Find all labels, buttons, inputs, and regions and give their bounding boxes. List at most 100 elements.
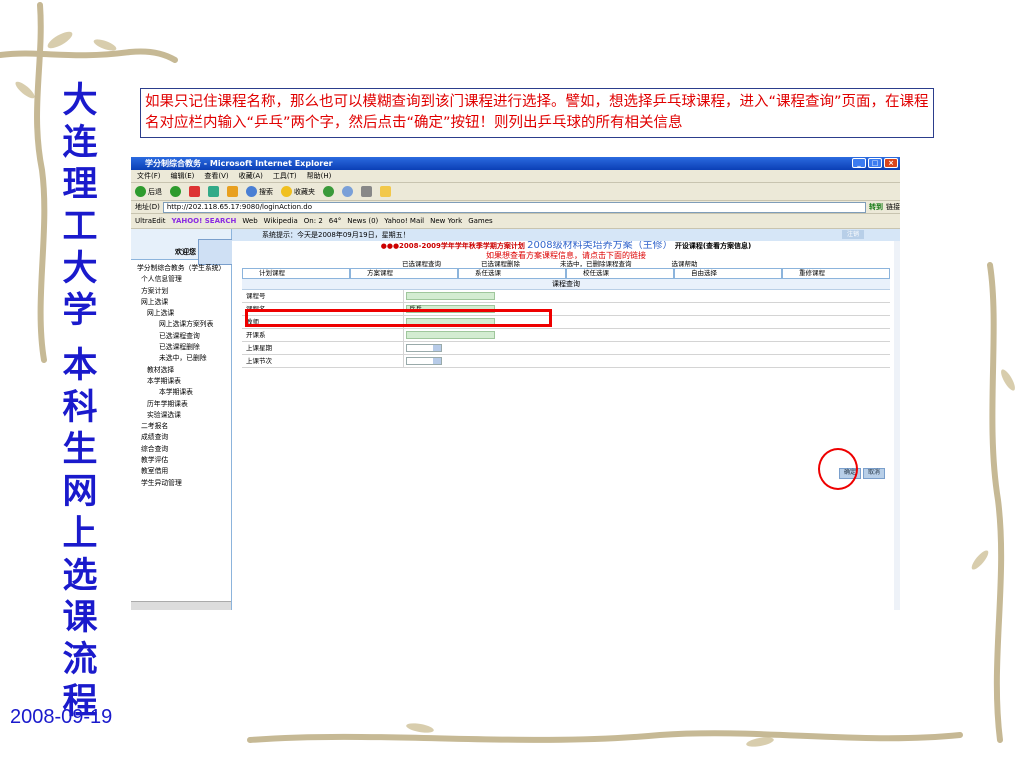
- maximize-button[interactable]: □: [868, 158, 882, 168]
- sub-link-unselected-query[interactable]: 未选中，已删除课程查询: [560, 260, 632, 268]
- tree-item-status-change[interactable]: 学生异动管理: [137, 478, 225, 489]
- link-weather[interactable]: 64°: [329, 217, 341, 225]
- tab-school-electives[interactable]: 校任选课: [566, 268, 674, 278]
- mail-icon[interactable]: [342, 186, 353, 197]
- tree-item-plan[interactable]: 方案计划: [137, 286, 225, 297]
- query-row-weekday: 上课星期: [242, 342, 890, 355]
- favorites-button[interactable]: 收藏夹: [281, 186, 315, 197]
- tree-item-selected-query[interactable]: 已选课程查询: [137, 331, 225, 342]
- tab-free-select[interactable]: 自由选择: [674, 268, 782, 278]
- left-header: 欢迎您: [131, 229, 233, 265]
- link-games[interactable]: Games: [468, 217, 493, 225]
- weekday-select[interactable]: [406, 344, 442, 352]
- stop-icon[interactable]: [189, 186, 200, 197]
- query-row-department: 开课系: [242, 329, 890, 342]
- sub-link-selected-query[interactable]: 已选课程查询: [402, 260, 441, 268]
- main-pane: 系统提示：今天是2008年09月19日，星期五！ 注销 ●●●2008-2009…: [232, 229, 900, 610]
- tree-item-grades[interactable]: 成绩查询: [137, 432, 225, 443]
- cancel-button[interactable]: 取消: [863, 468, 885, 479]
- back-icon: [135, 186, 146, 197]
- address-input[interactable]: http://202.118.65.17:9080/loginAction.do: [162, 201, 866, 213]
- folder-icon[interactable]: [380, 186, 391, 197]
- menu-view[interactable]: 查看(V): [204, 170, 228, 182]
- sub-link-selected-delete[interactable]: 已选课程删除: [481, 260, 520, 268]
- plan-header: ●●●2008-2009学年学年秋季学期方案计划 2008级材料类培养方案（主修…: [232, 241, 900, 251]
- confirm-button-highlight: [818, 448, 858, 490]
- tree-item-exam-signup[interactable]: 二考报名: [137, 421, 225, 432]
- logout-button[interactable]: 注销: [842, 230, 864, 239]
- label-weekday: 上课星期: [242, 342, 404, 354]
- forward-icon[interactable]: [170, 186, 181, 197]
- tree-item-plan-list[interactable]: 网上选课方案列表: [137, 319, 225, 330]
- course-id-input[interactable]: [406, 292, 495, 300]
- query-row-period: 上课节次: [242, 355, 890, 368]
- close-button[interactable]: ×: [884, 158, 898, 168]
- plan-title: 2008级材料类培养方案（主修）: [527, 240, 673, 251]
- minimize-button[interactable]: _: [852, 158, 866, 168]
- user-photo-box: [198, 239, 233, 265]
- link-yahoo-mail[interactable]: Yahoo! Mail: [384, 217, 424, 225]
- print-icon[interactable]: [361, 186, 372, 197]
- menu-favorites[interactable]: 收藏(A): [239, 170, 263, 182]
- tree-item-evaluation[interactable]: 教学评估: [137, 455, 225, 466]
- instruction-caption: 如果只记住课程名称，那么也可以模糊查询到该门课程进行选择。譬如，想选择乒乓球课程…: [140, 88, 934, 138]
- main-vertical-scrollbar[interactable]: [894, 241, 900, 610]
- refresh-icon[interactable]: [208, 186, 219, 197]
- browser-titlebar: 学分制综合教务 - Microsoft Internet Explorer _ …: [131, 157, 900, 170]
- tab-retake[interactable]: 重修课程: [782, 268, 890, 278]
- tree-item-term-schedule[interactable]: 本学期课表: [137, 376, 225, 387]
- plan-info-link[interactable]: 开设课程(查看方案信息): [675, 242, 751, 250]
- label-department: 开课系: [242, 329, 404, 341]
- label-course-id: 课程号: [242, 290, 404, 302]
- tree-item-general-query[interactable]: 综合查询: [137, 444, 225, 455]
- tree-item-lab[interactable]: 实验课选课: [137, 410, 225, 421]
- browser-window: 学分制综合教务 - Microsoft Internet Explorer _ …: [131, 157, 900, 610]
- label-period: 上课节次: [242, 355, 404, 367]
- tab-plan-courses[interactable]: 计划课程: [242, 268, 350, 278]
- tree-item-unselected[interactable]: 未选中，已删除: [137, 353, 225, 364]
- left-horizontal-scrollbar[interactable]: [131, 601, 231, 610]
- browser-toolbar: 后退 搜索 收藏夹: [131, 183, 900, 201]
- menu-edit[interactable]: 编辑(E): [171, 170, 195, 182]
- link-new-york[interactable]: New York: [430, 217, 462, 225]
- vertical-title-process: 本科生网上选课流程: [62, 345, 98, 722]
- menu-help[interactable]: 帮助(H): [307, 170, 332, 182]
- link-web[interactable]: Web: [242, 217, 257, 225]
- links-label[interactable]: 链接: [886, 202, 900, 212]
- vertical-title-university: 大连理工大学: [62, 80, 98, 331]
- home-icon[interactable]: [227, 186, 238, 197]
- search-button[interactable]: 搜索: [246, 186, 273, 197]
- period-select[interactable]: [406, 357, 442, 365]
- menu-file[interactable]: 文件(F): [137, 170, 161, 182]
- link-news[interactable]: News (0): [347, 217, 378, 225]
- tree-root[interactable]: 学分制综合教务（学生系统）: [137, 263, 225, 274]
- system-tip: 系统提示：今天是2008年09月19日，星期五！: [262, 231, 410, 239]
- nav-tree: 学分制综合教务（学生系统） 个人信息管理 方案计划 网上选课 网上选课 网上选课…: [137, 263, 225, 489]
- tab-program-courses[interactable]: 方案课程: [350, 268, 458, 278]
- link-ultraedit[interactable]: UltraEdit: [135, 217, 166, 225]
- tree-item-selected-delete[interactable]: 已选课程删除: [137, 342, 225, 353]
- tab-dept-electives[interactable]: 系任选课: [458, 268, 566, 278]
- sub-link-help[interactable]: 选课帮助: [672, 260, 698, 268]
- menu-tools[interactable]: 工具(T): [273, 170, 297, 182]
- tree-item-history-schedule[interactable]: 历年学期课表: [137, 399, 225, 410]
- history-icon[interactable]: [323, 186, 334, 197]
- tree-item-personal-info[interactable]: 个人信息管理: [137, 274, 225, 285]
- course-tabs: 计划课程 方案课程 系任选课 校任选课 自由选择 重修课程: [242, 268, 890, 279]
- department-input[interactable]: [406, 331, 495, 339]
- link-yahoo-search[interactable]: YAHOO! SEARCH: [172, 217, 237, 225]
- tree-item-classroom[interactable]: 教室借用: [137, 466, 225, 477]
- back-button[interactable]: 后退: [135, 186, 162, 197]
- slide-date: 2008-09-19: [10, 706, 113, 728]
- tree-item-textbook[interactable]: 教材选择: [137, 365, 225, 376]
- system-tip-bar: 系统提示：今天是2008年09月19日，星期五！ 注销: [232, 229, 900, 241]
- tree-item-online-select[interactable]: 网上选课: [137, 297, 225, 308]
- query-row-course-id: 课程号: [242, 290, 890, 303]
- link-wikipedia[interactable]: Wikipedia: [264, 217, 298, 225]
- address-bar: 地址(D) http://202.118.65.17:9080/loginAct…: [131, 201, 900, 214]
- link-on[interactable]: On: 2: [304, 217, 323, 225]
- tree-item-online-select-sub[interactable]: 网上选课: [137, 308, 225, 319]
- query-title: 课程查询: [242, 279, 890, 290]
- tree-item-term-schedule-sub[interactable]: 本学期课表: [137, 387, 225, 398]
- go-button[interactable]: 转到: [869, 202, 883, 212]
